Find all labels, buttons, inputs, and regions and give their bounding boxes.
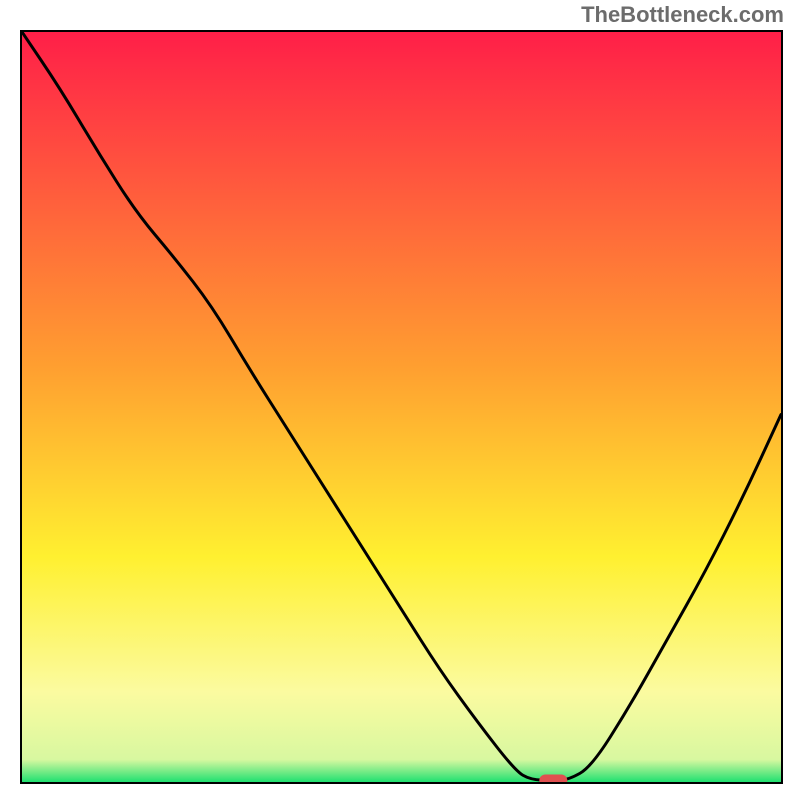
chart-container: TheBottleneck.com <box>0 0 800 800</box>
plot-area <box>20 30 783 784</box>
watermark-text: TheBottleneck.com <box>581 2 784 28</box>
bottleneck-curve <box>22 32 781 782</box>
